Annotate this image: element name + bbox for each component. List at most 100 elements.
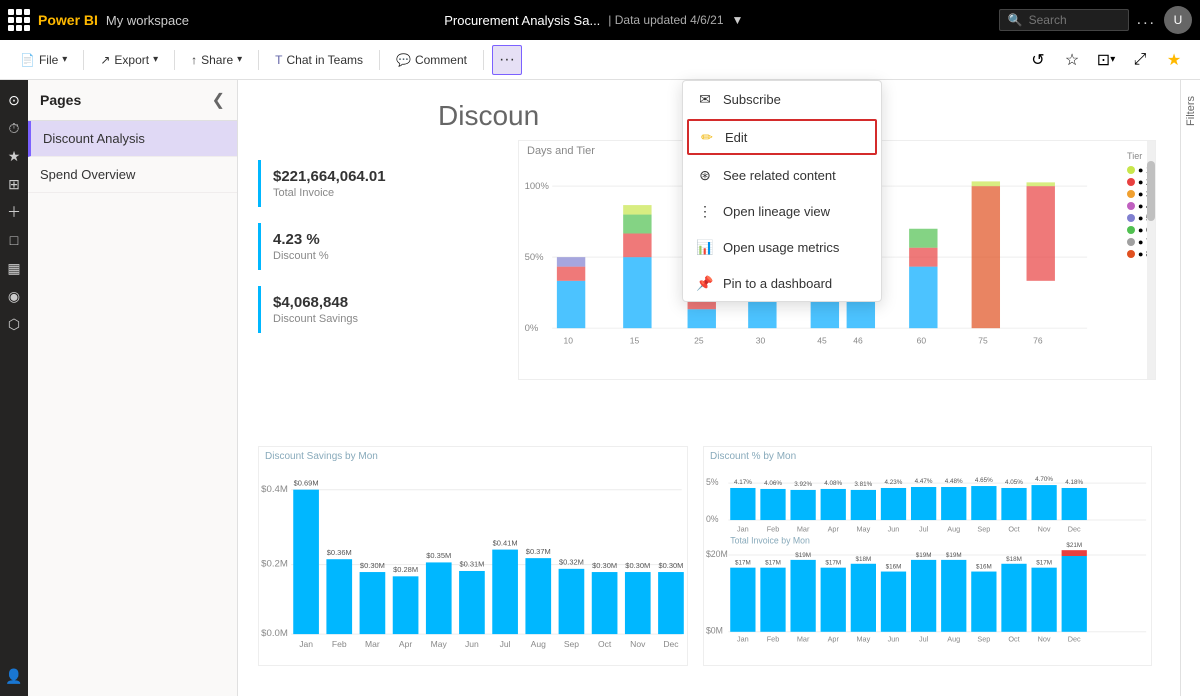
svg-text:Oct: Oct bbox=[1008, 525, 1019, 534]
dropdown-chevron-icon[interactable]: ▼ bbox=[732, 13, 744, 27]
kpi-total-invoice-value: $221,664,064.01 bbox=[273, 168, 478, 185]
kpi-discount-pct: 4.23 % Discount % bbox=[258, 223, 478, 270]
svg-text:$0.28M: $0.28M bbox=[393, 565, 418, 574]
kpi-section: $221,664,064.01 Total Invoice 4.23 % Dis… bbox=[258, 160, 478, 349]
chat-in-teams-button[interactable]: T Chat in Teams bbox=[267, 49, 371, 71]
discount-report-title: Discoun bbox=[438, 100, 539, 132]
svg-text:15: 15 bbox=[630, 335, 640, 345]
sidebar-favorites-icon[interactable]: ★ bbox=[2, 144, 26, 168]
edit-menu-item[interactable]: ✏ Edit bbox=[687, 119, 877, 155]
svg-text:4.48%: 4.48% bbox=[945, 478, 963, 485]
more-menu-button[interactable]: ··· bbox=[492, 45, 522, 75]
filters-label[interactable]: Filters bbox=[1185, 96, 1197, 126]
kpi-discount-pct-value: 4.23 % bbox=[273, 231, 478, 248]
svg-text:$17M: $17M bbox=[1036, 560, 1052, 567]
discount-pct-chart-title: Discount % by Mon bbox=[710, 451, 796, 462]
see-related-menu-item[interactable]: ⊛ See related content bbox=[683, 157, 881, 193]
right-panel: Filters bbox=[1180, 80, 1200, 696]
top-nav-right: 🔍 ... U bbox=[999, 6, 1192, 34]
comment-button[interactable]: 💬 Comment bbox=[388, 49, 475, 71]
sidebar-recents-icon[interactable]: ⏱ bbox=[2, 116, 26, 140]
search-icon: 🔍 bbox=[1008, 13, 1023, 27]
favorite-star-button[interactable]: ★ bbox=[1160, 46, 1188, 74]
report-title: Procurement Analysis Sa... bbox=[444, 13, 600, 28]
svg-text:45: 45 bbox=[817, 335, 827, 345]
svg-text:4.05%: 4.05% bbox=[1005, 479, 1023, 486]
ellipsis-icon: ··· bbox=[499, 51, 515, 69]
refresh-button[interactable]: ↺ bbox=[1024, 46, 1052, 74]
svg-text:$18M: $18M bbox=[855, 556, 871, 563]
share-button[interactable]: ↑ Share ▾ bbox=[183, 49, 250, 71]
svg-text:Apr: Apr bbox=[399, 639, 412, 649]
toolbar-right: ↺ ☆ ⊡ ▾ ⤢ ★ bbox=[1024, 46, 1188, 74]
sidebar-learn-icon[interactable]: ⬡ bbox=[2, 312, 26, 336]
page-item-spend-overview[interactable]: Spend Overview bbox=[28, 157, 237, 193]
svg-text:Aug: Aug bbox=[947, 525, 960, 534]
kpi-total-invoice-label: Total Invoice bbox=[273, 187, 478, 199]
export-icon: ↗ bbox=[100, 53, 110, 67]
sidebar-browse-icon[interactable]: □ bbox=[2, 228, 26, 252]
sidebar-home-icon[interactable]: ⊙ bbox=[2, 88, 26, 112]
view-chevron-icon: ▾ bbox=[1110, 54, 1115, 65]
svg-text:46: 46 bbox=[853, 335, 863, 345]
file-button[interactable]: 📄 File ▾ bbox=[12, 49, 75, 71]
subscribe-menu-item[interactable]: ✉ Subscribe bbox=[683, 81, 881, 117]
collapse-pages-button[interactable]: ❮ bbox=[212, 90, 225, 110]
svg-text:May: May bbox=[431, 639, 448, 649]
workspace-name[interactable]: My workspace bbox=[106, 13, 189, 28]
svg-text:Feb: Feb bbox=[767, 525, 780, 534]
svg-text:Dec: Dec bbox=[663, 639, 679, 649]
pages-panel: Pages ❮ Discount Analysis Spend Overview bbox=[28, 80, 238, 696]
bookmark-button[interactable]: ☆ bbox=[1058, 46, 1086, 74]
sidebar-apps-icon[interactable]: ⊞ bbox=[2, 172, 26, 196]
more-options-icon[interactable]: ... bbox=[1137, 11, 1156, 29]
svg-text:60: 60 bbox=[917, 335, 927, 345]
apps-grid-icon[interactable] bbox=[8, 9, 30, 31]
svg-text:0%: 0% bbox=[525, 323, 539, 334]
svg-text:May: May bbox=[856, 635, 870, 644]
sidebar-monitor-icon[interactable]: ◉ bbox=[2, 284, 26, 308]
fit-button[interactable]: ⤢ bbox=[1126, 46, 1154, 74]
lineage-icon: ⋮ bbox=[697, 203, 713, 219]
lineage-view-menu-item[interactable]: ⋮ Open lineage view bbox=[683, 193, 881, 229]
svg-text:Aug: Aug bbox=[947, 635, 960, 644]
usage-metrics-menu-item[interactable]: 📊 Open usage metrics bbox=[683, 229, 881, 265]
comment-icon: 💬 bbox=[396, 53, 411, 67]
svg-text:4.18%: 4.18% bbox=[1065, 479, 1083, 486]
pin-dashboard-menu-item[interactable]: 📌 Pin to a dashboard bbox=[683, 265, 881, 301]
svg-text:Jan: Jan bbox=[737, 525, 749, 534]
svg-text:Oct: Oct bbox=[1008, 635, 1019, 644]
separator-4 bbox=[379, 50, 380, 70]
savings-chart-title: Discount Savings by Mon bbox=[265, 451, 378, 462]
usage-icon: 📊 bbox=[697, 239, 713, 255]
export-button[interactable]: ↗ Export ▾ bbox=[92, 49, 166, 71]
svg-text:3.81%: 3.81% bbox=[854, 481, 872, 488]
discount-pct-svg: 5% 0% 4.17% 4.06% 3.92% 4.08% 3.81% bbox=[704, 447, 1151, 665]
search-box[interactable]: 🔍 bbox=[999, 9, 1129, 31]
avatar[interactable]: U bbox=[1164, 6, 1192, 34]
chart-scrollbar-thumb[interactable] bbox=[1147, 161, 1155, 221]
pages-title: Pages bbox=[40, 92, 81, 108]
svg-text:Mar: Mar bbox=[797, 635, 810, 644]
view-button[interactable]: ⊡ ▾ bbox=[1092, 46, 1120, 74]
savings-chart-svg: $0.4M $0.2M $0.0M $0.69M $0.36M $0.30M bbox=[259, 447, 687, 665]
svg-text:Jun: Jun bbox=[465, 639, 479, 649]
sidebar-person-icon[interactable]: 👤 bbox=[2, 664, 26, 688]
svg-text:Jul: Jul bbox=[500, 639, 511, 649]
search-input[interactable] bbox=[1029, 13, 1109, 27]
sidebar-create-icon[interactable]: ＋ bbox=[2, 200, 26, 224]
svg-text:$19M: $19M bbox=[916, 552, 932, 559]
svg-text:Jun: Jun bbox=[888, 525, 900, 534]
svg-text:Jul: Jul bbox=[919, 525, 929, 534]
pages-header: Pages ❮ bbox=[28, 80, 237, 121]
related-icon: ⊛ bbox=[697, 167, 713, 183]
svg-text:$0M: $0M bbox=[706, 626, 723, 636]
sidebar-data-icon[interactable]: ▦ bbox=[2, 256, 26, 280]
svg-text:Feb: Feb bbox=[767, 635, 780, 644]
svg-text:$0.30M: $0.30M bbox=[592, 561, 617, 570]
page-item-discount-analysis[interactable]: Discount Analysis bbox=[28, 121, 237, 157]
svg-text:4.47%: 4.47% bbox=[915, 478, 933, 485]
chart-scrollbar[interactable] bbox=[1147, 141, 1155, 379]
svg-text:Jan: Jan bbox=[299, 639, 313, 649]
brand-name: Power BI bbox=[38, 12, 98, 28]
